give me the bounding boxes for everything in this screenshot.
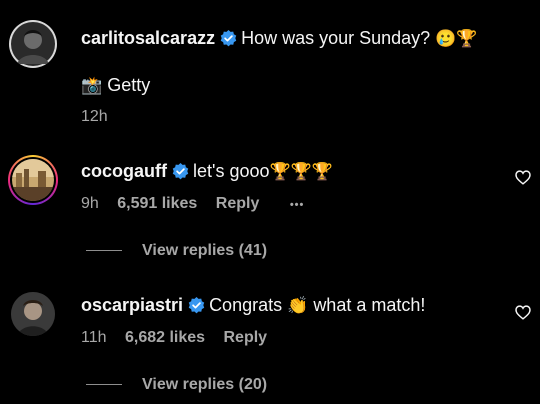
heart-icon[interactable] bbox=[515, 305, 531, 325]
photo-credit: Getty bbox=[107, 75, 151, 95]
view-replies-label: View replies (20) bbox=[142, 376, 268, 393]
camera-emoji: 📸 bbox=[81, 76, 103, 96]
comment-text: let's gooo bbox=[193, 161, 270, 181]
username[interactable]: carlitosalcarazz bbox=[81, 28, 215, 48]
caption-emoji: 🥲🏆 bbox=[435, 29, 478, 49]
comment-emoji: 🏆🏆🏆 bbox=[269, 162, 334, 182]
view-replies-button[interactable]: View replies (41) bbox=[86, 242, 267, 260]
verified-badge-icon bbox=[220, 30, 237, 52]
view-replies-label: View replies (41) bbox=[142, 242, 268, 259]
comment-time: 9h bbox=[81, 195, 99, 212]
avatar-cocogauff-story-ring[interactable] bbox=[8, 155, 58, 205]
reply-button[interactable]: Reply bbox=[224, 329, 268, 346]
likes-count[interactable]: 6,682 likes bbox=[125, 329, 205, 346]
comment-text-after: what a match! bbox=[313, 295, 426, 315]
verified-badge-icon bbox=[172, 163, 189, 185]
heart-icon[interactable] bbox=[515, 170, 531, 190]
username[interactable]: oscarpiastri bbox=[81, 295, 183, 315]
comment-text-before: Congrats bbox=[209, 295, 283, 315]
avatar-carlitosalcarazz[interactable] bbox=[9, 20, 57, 68]
caption-text: How was your Sunday? bbox=[241, 28, 431, 48]
comment-time: 11h bbox=[81, 329, 107, 346]
caption-time: 12h bbox=[81, 108, 108, 125]
username[interactable]: cocogauff bbox=[81, 161, 167, 181]
view-replies-button[interactable]: View replies (20) bbox=[86, 376, 267, 394]
avatar-oscarpiastri[interactable] bbox=[11, 292, 55, 336]
divider-line bbox=[86, 384, 122, 386]
divider-line bbox=[86, 250, 122, 252]
more-options-icon[interactable]: ••• bbox=[290, 199, 305, 211]
verified-badge-icon bbox=[188, 297, 205, 319]
reply-button[interactable]: Reply bbox=[216, 195, 260, 212]
clap-emoji: 👏 bbox=[287, 296, 309, 316]
likes-count[interactable]: 6,591 likes bbox=[117, 195, 197, 212]
